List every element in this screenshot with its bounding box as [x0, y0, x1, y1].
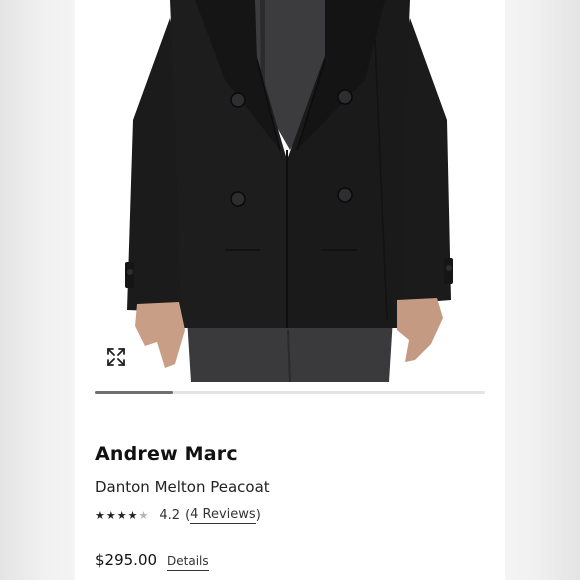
star-filled-icon: ★ — [95, 508, 105, 522]
star-filled-icon: ★ — [116, 508, 127, 522]
star-empty-icon: ★ — [138, 508, 149, 522]
expand-image-button[interactable] — [105, 346, 131, 372]
product-page: Andrew Marc Danton Melton Peacoat ★ ★ ★ ★ ★ … — [75, 0, 505, 580]
expand-arrows-icon — [107, 348, 125, 366]
product-brand[interactable]: Andrew Marc — [95, 443, 238, 465]
star-filled-icon: ★ — [105, 508, 116, 522]
star-rating: ★ ★ ★ ★ ★ — [95, 510, 149, 521]
rating-value: 4.2 — [159, 507, 181, 523]
image-carousel-progress — [95, 391, 485, 394]
details-link[interactable]: Details — [167, 554, 209, 571]
product-price: $295.00 — [95, 551, 158, 569]
star-filled-icon: ★ — [127, 508, 138, 522]
reviews-link[interactable]: 4 Reviews — [190, 507, 256, 524]
product-title: Danton Melton Peacoat — [95, 478, 270, 496]
carousel-progress-fill — [95, 391, 173, 394]
product-image[interactable] — [75, 0, 505, 382]
rating-summary: ★ ★ ★ ★ ★ 4.2 (4 Reviews) — [95, 506, 261, 524]
reviews-paren-close: ) — [255, 507, 261, 523]
coat-photo-illustration — [125, 0, 453, 382]
price-row: $295.00 Details — [95, 551, 209, 573]
